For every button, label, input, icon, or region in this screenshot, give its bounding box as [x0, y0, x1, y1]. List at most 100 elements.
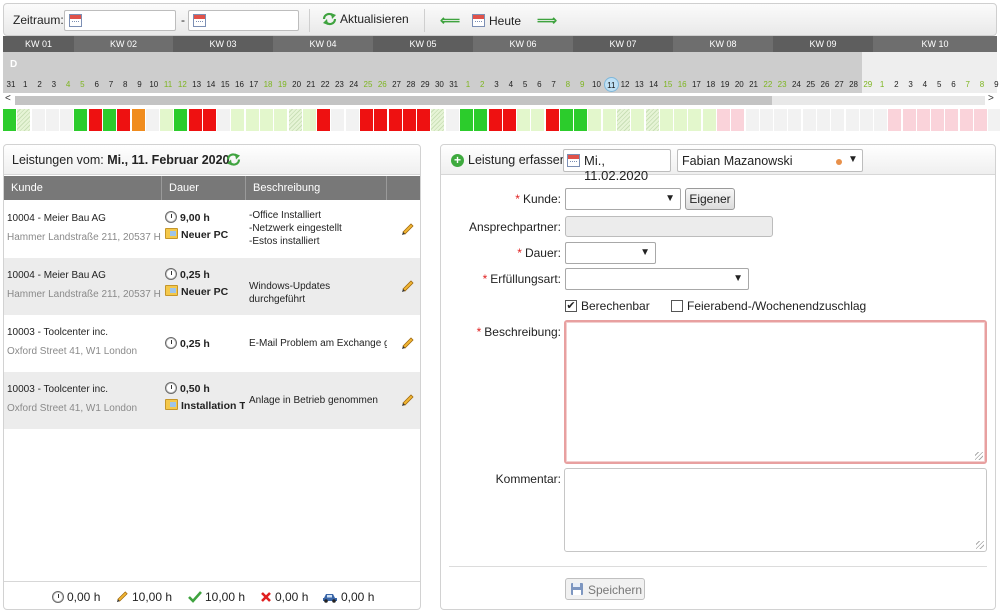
day-number[interactable]: 22 — [318, 80, 332, 89]
day-number[interactable]: 16 — [232, 80, 246, 89]
day-number[interactable]: 24 — [347, 80, 361, 89]
date-to-input[interactable] — [188, 10, 299, 31]
chevron-down-icon[interactable]: ▼ — [665, 193, 675, 204]
day-number[interactable]: 10 — [589, 80, 603, 89]
day-status-cell[interactable] — [688, 109, 702, 131]
save-button[interactable]: Speichern — [565, 578, 645, 600]
day-number[interactable]: 12 — [175, 80, 189, 89]
calendar-icon[interactable] — [69, 14, 82, 27]
refresh-button[interactable]: Aktualisieren — [322, 12, 409, 26]
day-number[interactable]: 31 — [447, 80, 461, 89]
day-status-cell[interactable] — [903, 109, 917, 131]
day-status-cell[interactable] — [360, 109, 374, 131]
day-status-cell[interactable] — [703, 109, 717, 131]
day-number[interactable]: 2 — [33, 80, 47, 89]
zuschlag-checkbox[interactable] — [671, 300, 683, 312]
day-number[interactable]: 2 — [475, 80, 489, 89]
day-number[interactable]: 28 — [847, 80, 861, 89]
day-number[interactable]: 7 — [961, 80, 975, 89]
today-button[interactable]: Heute — [472, 12, 521, 28]
day-status-cell[interactable] — [603, 109, 617, 131]
day-status-cell[interactable] — [631, 109, 645, 131]
day-number[interactable]: 11 — [604, 77, 619, 92]
edit-pencil-icon[interactable] — [401, 393, 415, 407]
day-number[interactable]: 31 — [4, 80, 18, 89]
day-number[interactable]: 10 — [147, 80, 161, 89]
calendar-icon[interactable] — [567, 154, 580, 167]
day-number[interactable]: 4 — [504, 80, 518, 89]
edit-pencil-icon[interactable] — [401, 336, 415, 350]
day-number[interactable]: 23 — [332, 80, 346, 89]
day-status-cell[interactable] — [489, 109, 503, 131]
day-status-cell[interactable] — [931, 109, 945, 131]
day-status-cell[interactable] — [17, 109, 31, 131]
day-status-cell[interactable] — [331, 109, 345, 131]
day-number[interactable]: 8 — [118, 80, 132, 89]
day-number[interactable]: 9 — [133, 80, 147, 89]
day-number[interactable]: 20 — [732, 80, 746, 89]
day-status-cell[interactable] — [274, 109, 288, 131]
day-status-cell[interactable] — [917, 109, 931, 131]
day-number[interactable]: 19 — [275, 80, 289, 89]
day-status-cell[interactable] — [303, 109, 317, 131]
eigener-button[interactable]: Eigener — [685, 188, 735, 210]
day-status-cell[interactable] — [646, 109, 660, 131]
table-row[interactable]: 10004 - Meier Bau AG Hammer Landstraße 2… — [4, 258, 420, 315]
day-status-cell[interactable] — [189, 109, 203, 131]
day-status-cell[interactable] — [3, 109, 17, 131]
edit-pencil-icon[interactable] — [401, 222, 415, 236]
timeline-scrollbar[interactable]: < > — [3, 94, 997, 107]
day-number[interactable]: 14 — [204, 80, 218, 89]
berechenbar-checkbox[interactable]: ✔ — [565, 300, 577, 312]
scroll-thumb[interactable] — [15, 96, 772, 105]
day-number[interactable]: 7 — [547, 80, 561, 89]
day-status-cell[interactable] — [460, 109, 474, 131]
day-status-cell[interactable] — [860, 109, 874, 131]
day-number[interactable]: 1 — [461, 80, 475, 89]
day-status-cell[interactable] — [146, 109, 160, 131]
day-status-cell[interactable] — [874, 109, 888, 131]
day-status-cell[interactable] — [974, 109, 988, 131]
day-status-cell[interactable] — [203, 109, 217, 131]
day-status-cell[interactable] — [374, 109, 388, 131]
date-from-input[interactable] — [64, 10, 176, 31]
day-number[interactable]: 27 — [390, 80, 404, 89]
day-number[interactable]: 18 — [704, 80, 718, 89]
day-status-cell[interactable] — [831, 109, 845, 131]
day-status-cell[interactable] — [346, 109, 360, 131]
day-status-cell[interactable] — [546, 109, 560, 131]
day-number[interactable]: 9 — [989, 80, 1000, 89]
day-status-cell[interactable] — [617, 109, 631, 131]
day-status-cell[interactable] — [717, 109, 731, 131]
day-status-cell[interactable] — [317, 109, 331, 131]
day-number[interactable]: 3 — [904, 80, 918, 89]
day-number[interactable]: 22 — [761, 80, 775, 89]
day-status-cell[interactable] — [674, 109, 688, 131]
refresh-icon[interactable] — [226, 152, 241, 167]
day-number[interactable]: 21 — [747, 80, 761, 89]
day-number[interactable]: 29 — [861, 80, 875, 89]
ansprechpartner-input[interactable] — [565, 216, 773, 237]
table-row[interactable]: 10003 - Toolcenter inc. Oxford Street 41… — [4, 315, 420, 372]
day-status-cell[interactable] — [160, 109, 174, 131]
erfuellungsart-select[interactable]: ▼ — [565, 268, 749, 290]
day-status-cell[interactable] — [517, 109, 531, 131]
day-status-cell[interactable] — [960, 109, 974, 131]
day-status-cell[interactable] — [103, 109, 117, 131]
day-number[interactable]: 1 — [875, 80, 889, 89]
column-header-kunde[interactable]: Kunde — [4, 176, 162, 200]
day-number[interactable]: 21 — [304, 80, 318, 89]
table-row[interactable]: 10004 - Meier Bau AG Hammer Landstraße 2… — [4, 201, 420, 258]
day-status-cell[interactable] — [760, 109, 774, 131]
day-number[interactable]: 17 — [689, 80, 703, 89]
day-number[interactable]: 18 — [261, 80, 275, 89]
day-number[interactable]: 6 — [946, 80, 960, 89]
day-status-cell[interactable] — [89, 109, 103, 131]
beschreibung-textarea[interactable] — [564, 320, 987, 464]
day-number[interactable]: 16 — [675, 80, 689, 89]
day-status-cell[interactable] — [417, 109, 431, 131]
day-number[interactable]: 15 — [661, 80, 675, 89]
day-number[interactable]: 11 — [161, 80, 175, 89]
day-number[interactable]: 17 — [247, 80, 261, 89]
day-status-cell[interactable] — [431, 109, 445, 131]
